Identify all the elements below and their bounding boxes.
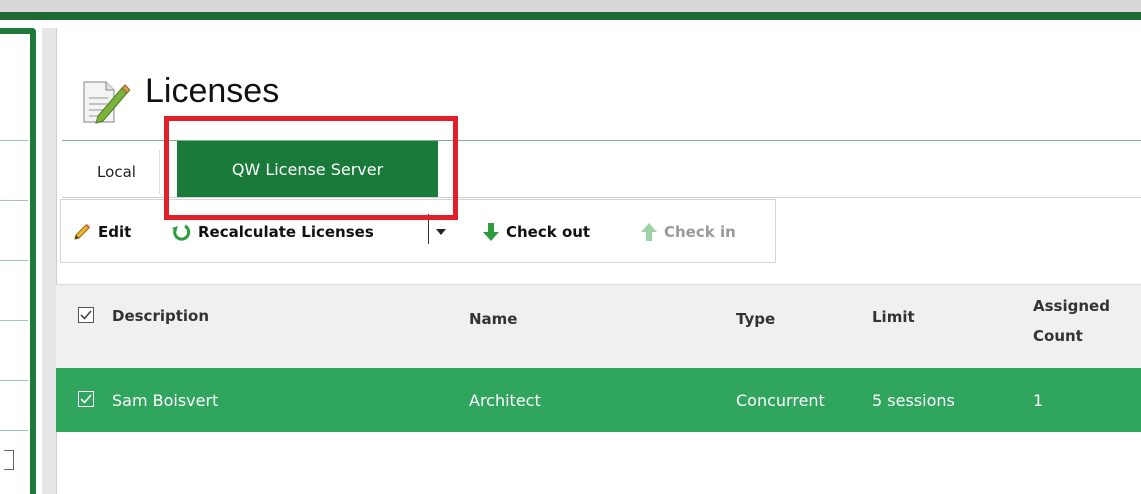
column-header-name[interactable]: Name xyxy=(469,310,517,328)
column-header-type[interactable]: Type xyxy=(736,310,775,328)
row-checkbox[interactable] xyxy=(78,391,94,407)
checkmark-icon xyxy=(80,310,92,320)
sidebar-divider xyxy=(0,260,28,261)
sidebar-frame xyxy=(0,28,36,494)
check-in-label: Check in xyxy=(664,223,736,241)
check-out-label: Check out xyxy=(506,223,591,241)
table-row[interactable] xyxy=(56,368,1141,432)
tab-qw-license-server[interactable]: QW License Server xyxy=(177,141,438,197)
sidebar-divider xyxy=(0,430,28,431)
sidebar-divider xyxy=(0,380,28,381)
recalculate-dropdown-arrow[interactable] xyxy=(434,224,448,238)
arrow-down-icon xyxy=(483,223,499,241)
tab-divider xyxy=(62,197,1141,198)
sidebar-divider xyxy=(0,320,28,321)
recalculate-licenses-label: Recalculate Licenses xyxy=(198,223,374,241)
arrow-up-icon xyxy=(641,223,657,241)
grid-header xyxy=(56,284,1141,368)
page-title: Licenses xyxy=(145,72,280,110)
toolbar-separator xyxy=(428,214,429,244)
cell-limit: 5 sessions xyxy=(872,391,955,410)
sidebar-divider xyxy=(0,200,28,201)
edit-label: Edit xyxy=(98,223,132,241)
select-all-checkbox[interactable] xyxy=(78,307,94,323)
chevron-down-icon xyxy=(436,229,446,235)
pencil-icon xyxy=(74,224,90,240)
licenses-document-icon xyxy=(80,76,131,126)
edit-button[interactable]: Edit xyxy=(72,221,131,243)
cell-name: Architect xyxy=(469,391,541,410)
recalculate-licenses-button[interactable]: Recalculate Licenses xyxy=(170,221,374,243)
sidebar-control[interactable] xyxy=(4,450,14,470)
tab-local[interactable]: Local xyxy=(74,150,160,194)
cell-type: Concurrent xyxy=(736,391,825,410)
column-header-description[interactable]: Description xyxy=(112,307,209,325)
cell-description: Sam Boisvert xyxy=(112,391,219,410)
sidebar-divider xyxy=(0,140,28,141)
column-header-limit[interactable]: Limit xyxy=(872,308,915,326)
sidebar-gutter xyxy=(42,28,56,494)
check-in-button[interactable]: Check in xyxy=(640,221,736,243)
recalculate-icon xyxy=(172,224,191,241)
check-out-button[interactable]: Check out xyxy=(482,221,590,243)
column-header-assigned-count[interactable]: Assigned Count xyxy=(1033,291,1133,351)
app-header-bar xyxy=(0,12,1141,20)
checkmark-icon xyxy=(80,394,92,404)
window-top-border xyxy=(0,0,1141,12)
cell-assigned-count: 1 xyxy=(1033,391,1044,410)
